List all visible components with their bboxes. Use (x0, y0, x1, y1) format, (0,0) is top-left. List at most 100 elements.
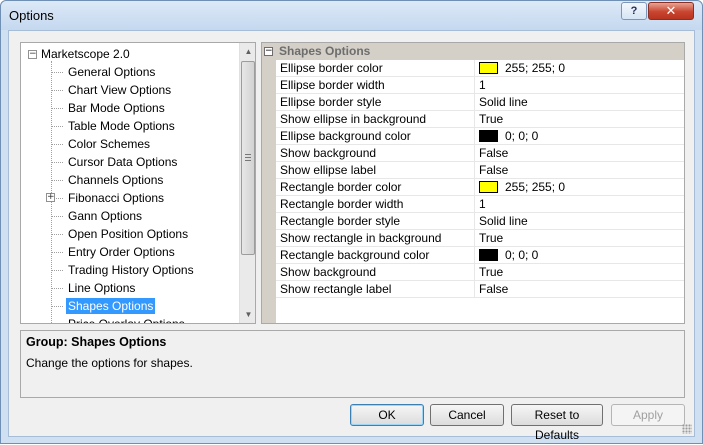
tree-connector (51, 126, 63, 128)
collapse-icon[interactable]: − (264, 47, 273, 56)
tree-item[interactable]: Entry Order Options (51, 243, 177, 261)
tree-connector (51, 252, 63, 254)
tree-connector (51, 234, 63, 236)
property-value[interactable]: 1 (479, 196, 486, 212)
property-name: Rectangle border style (280, 214, 401, 228)
property-row[interactable]: Ellipse background color 0; 0; 0 (276, 128, 684, 145)
tree-item[interactable]: Gann Options (51, 207, 144, 225)
window-title: Options (9, 8, 54, 23)
property-value[interactable]: False (479, 162, 508, 178)
property-row[interactable]: Show rectangle in background True (276, 230, 684, 247)
options-dialog: Options ? ✕ − Marketscope 2.0 General Opt… (0, 0, 703, 444)
property-value[interactable]: 1 (479, 77, 486, 93)
tree-connector (51, 270, 63, 272)
property-value[interactable]: 0; 0; 0 (505, 247, 538, 263)
close-button[interactable]: ✕ (648, 2, 694, 20)
property-name: Ellipse border color (280, 61, 383, 75)
tree-item[interactable]: Table Mode Options (51, 117, 177, 135)
tree-content: − Marketscope 2.0 General Options Chart Vi… (21, 43, 238, 323)
color-swatch[interactable] (479, 62, 498, 74)
property-row[interactable]: Show ellipse label False (276, 162, 684, 179)
tree-item-label: Channels Options (68, 173, 164, 187)
property-row[interactable]: Rectangle border color 255; 255; 0 (276, 179, 684, 196)
title-bar[interactable]: Options ? ✕ (1, 1, 702, 30)
resize-grip-icon[interactable] (682, 424, 692, 434)
property-name: Show background (280, 265, 377, 279)
property-row[interactable]: Rectangle border style Solid line (276, 213, 684, 230)
description-title: Group: Shapes Options (26, 335, 167, 349)
tree-item[interactable]: Bar Mode Options (51, 99, 167, 117)
scroll-up-icon[interactable]: ▲ (240, 43, 255, 60)
color-swatch[interactable] (479, 181, 498, 193)
tree-connector (51, 288, 63, 290)
property-row[interactable]: Show rectangle label False (276, 281, 684, 298)
tree-scrollbar[interactable]: ▲ ▼ (239, 43, 255, 323)
grid-category-header[interactable]: − Shapes Options (262, 43, 684, 60)
property-name: Rectangle border width (280, 197, 404, 211)
grid-left-margin (262, 43, 276, 323)
tree-item[interactable]: Chart View Options (51, 81, 173, 99)
property-row[interactable]: Show background True (276, 264, 684, 281)
tree-item-label: Cursor Data Options (68, 155, 178, 169)
property-row[interactable]: Ellipse border color 255; 255; 0 (276, 60, 684, 77)
tree-connector (51, 72, 63, 74)
property-name: Rectangle border color (280, 180, 402, 194)
tree-item[interactable]: General Options (51, 63, 157, 81)
tree-item[interactable]: Cursor Data Options (51, 153, 179, 171)
expand-icon[interactable]: + (46, 193, 55, 202)
property-row[interactable]: Show background False (276, 145, 684, 162)
property-name: Show ellipse in background (280, 112, 427, 126)
tree-root-label: Marketscope 2.0 (41, 47, 130, 61)
property-value[interactable]: Solid line (479, 94, 528, 110)
help-button[interactable]: ? (621, 2, 647, 20)
tree-item[interactable]: Open Position Options (51, 225, 190, 243)
color-swatch[interactable] (479, 130, 498, 142)
property-value[interactable]: True (479, 264, 503, 280)
property-row[interactable]: Show ellipse in background True (276, 111, 684, 128)
dialog-client-area: − Marketscope 2.0 General Options Chart Vi… (8, 30, 695, 442)
property-row[interactable]: Rectangle background color 0; 0; 0 (276, 247, 684, 264)
tree-item-label: Entry Order Options (68, 245, 175, 259)
tree-item-label: Bar Mode Options (68, 101, 165, 115)
property-value[interactable]: Solid line (479, 213, 528, 229)
tree-item[interactable]: Color Schemes (51, 135, 152, 153)
tree-item[interactable]: + Fibonacci Options (46, 189, 166, 207)
tree-item[interactable]: Shapes Options (51, 297, 156, 315)
tree-item[interactable]: Line Options (51, 279, 137, 297)
tree-item-label: Shapes Options (66, 298, 156, 314)
property-name: Show rectangle in background (280, 231, 442, 245)
tree-root-item[interactable]: − Marketscope 2.0 (28, 46, 130, 62)
color-swatch[interactable] (479, 249, 498, 261)
property-value[interactable]: 0; 0; 0 (505, 128, 538, 144)
property-value[interactable]: True (479, 111, 503, 127)
column-divider (474, 77, 475, 94)
property-name: Show background (280, 146, 377, 160)
property-row[interactable]: Rectangle border width 1 (276, 196, 684, 213)
property-row[interactable]: Ellipse border width 1 (276, 77, 684, 94)
property-value[interactable]: False (479, 145, 508, 161)
ok-button[interactable]: OK (350, 404, 424, 426)
property-name: Ellipse border style (280, 95, 382, 109)
tree-item[interactable]: Trading History Options (51, 261, 196, 279)
property-value[interactable]: 255; 255; 0 (505, 60, 565, 76)
cancel-button[interactable]: Cancel (430, 404, 504, 426)
scrollbar-thumb[interactable] (241, 61, 255, 255)
column-divider (474, 247, 475, 264)
property-value[interactable]: True (479, 230, 503, 246)
tree-item[interactable]: Channels Options (51, 171, 165, 189)
collapse-icon[interactable]: − (28, 50, 37, 60)
tree-connector (51, 162, 63, 164)
tree-item-label: General Options (68, 65, 156, 79)
tree-item[interactable]: Price Overlay Options (51, 315, 187, 323)
scroll-down-icon[interactable]: ▼ (240, 306, 255, 323)
property-value[interactable]: 255; 255; 0 (505, 179, 565, 195)
column-divider (474, 213, 475, 230)
property-value[interactable]: False (479, 281, 508, 297)
tree-item-label: Color Schemes (68, 137, 151, 151)
property-row[interactable]: Ellipse border style Solid line (276, 94, 684, 111)
apply-button[interactable]: Apply (611, 404, 685, 426)
column-divider (474, 179, 475, 196)
reset-to-defaults-button[interactable]: Reset to Defaults (511, 404, 603, 442)
tree-connector (51, 90, 63, 92)
column-divider (474, 264, 475, 281)
